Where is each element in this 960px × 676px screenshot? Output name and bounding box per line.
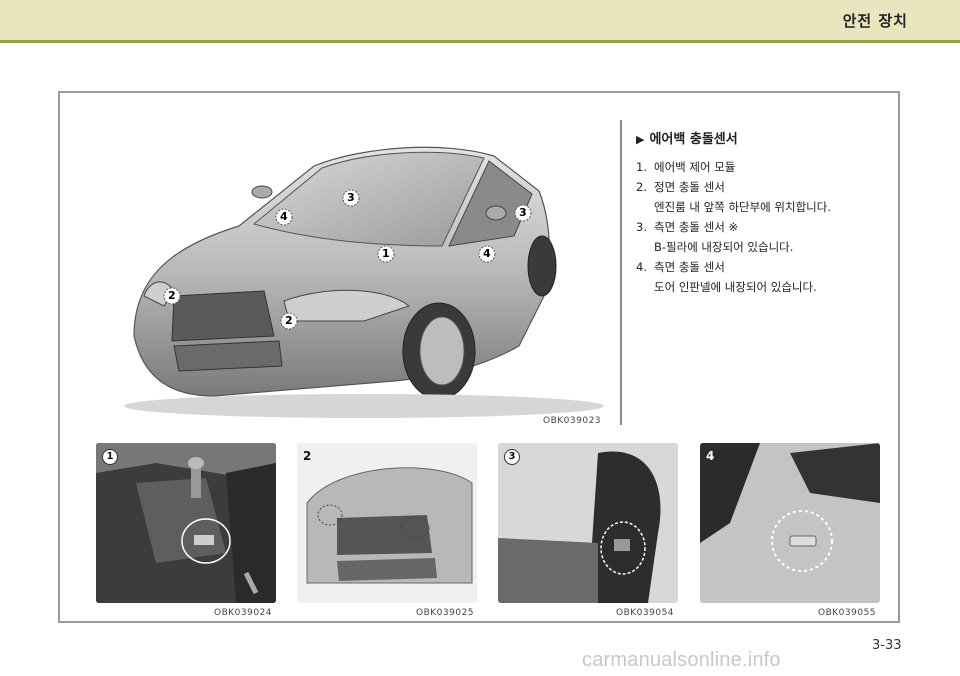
thumbnail-number: 4 — [706, 449, 715, 463]
callout-1: 1 — [377, 245, 395, 267]
header-band — [0, 0, 960, 40]
thumbnail-code: OBK039054 — [616, 608, 675, 618]
legend-item: 4. 측면 충돌 센서 — [636, 260, 725, 274]
thumbnail-front-sensor: 2 — [297, 443, 477, 603]
callout-2b: 2 — [280, 312, 298, 334]
car-illustration — [124, 146, 604, 418]
legend-item-detail: 엔진룸 내 앞쪽 하단부에 위치합니다. — [654, 200, 831, 214]
thumbnail-code: OBK039025 — [416, 608, 475, 618]
callout-3a: 3 — [342, 189, 360, 211]
callout-4a: 4 — [275, 208, 293, 230]
legend: ▶ 에어백 충돌센서 1. 에어백 제어 모듈 2. 정면 충돌 센서 엔진룸 내 앞… — [636, 128, 831, 297]
thumbnail-number: 1 — [102, 449, 118, 465]
legend-item-detail: B-필라에 내장되어 있습니다. — [654, 240, 794, 254]
thumbnail-code: OBK039024 — [214, 608, 273, 618]
thumbnail-code: OBK039055 — [818, 608, 877, 618]
legend-item: 2. 정면 충돌 센서 — [636, 180, 725, 194]
thumbnail-control-module: 1 — [96, 443, 276, 603]
legend-item: 3. 측면 충돌 센서 ※ — [636, 220, 739, 234]
thumbnail-number: 2 — [303, 449, 312, 463]
main-figure-code: OBK039023 — [543, 416, 602, 426]
thumbnail-door-panel: 4 — [700, 443, 880, 603]
thumbnail-number: 3 — [504, 449, 520, 465]
page-number: 3-33 — [872, 638, 902, 653]
legend-divider — [620, 120, 622, 425]
section-title: 안전 장치 — [842, 12, 908, 30]
legend-title: ▶ 에어백 충돌센서 — [636, 132, 738, 147]
callout-2a: 2 — [163, 287, 181, 309]
callout-3b: 3 — [514, 204, 532, 226]
watermark: carmanualsonline.info — [582, 649, 781, 671]
legend-item: 1. 에어백 제어 모듈 — [636, 160, 736, 174]
callout-4b: 4 — [478, 245, 496, 267]
triangle-bullet-icon: ▶ — [636, 133, 645, 146]
header-rule — [0, 40, 960, 43]
thumbnail-b-pillar: 3 — [498, 443, 678, 603]
legend-item-detail: 도어 인판넬에 내장되어 있습니다. — [654, 280, 817, 294]
